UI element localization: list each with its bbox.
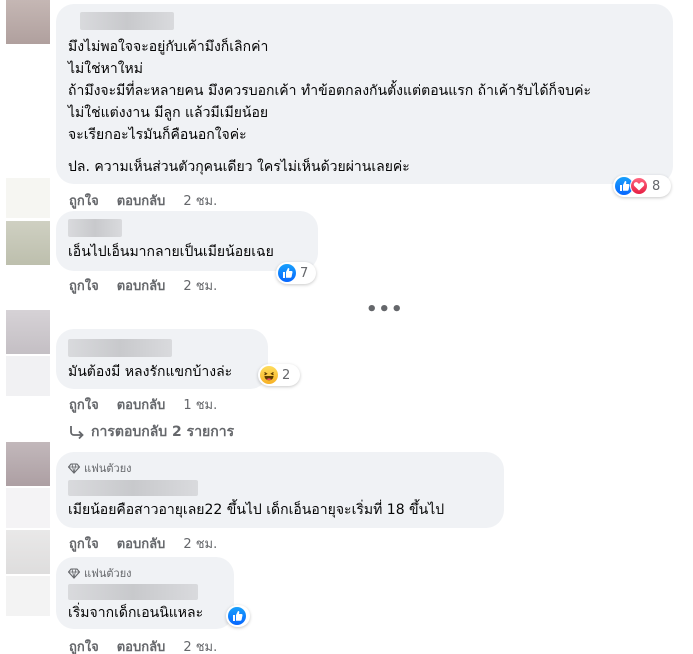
comment-line: ไม่ใช่หาใหม่ <box>68 61 143 77</box>
author-name[interactable] <box>68 219 122 237</box>
like-button[interactable]: ถูกใจ <box>69 394 99 415</box>
avatar[interactable] <box>6 530 50 574</box>
comment-text: เมียน้อยคือสาวอายุเลย22 ขึ้นไป เด็กเอ็นอ… <box>68 502 445 518</box>
author-name[interactable] <box>68 584 198 600</box>
comment-actions: ถูกใจ ตอบกลับ 2 ชม. <box>69 190 217 211</box>
timestamp[interactable]: 1 ชม. <box>183 394 217 415</box>
comment-bubble: มันต้องมี หลงรักแขกบ้างล่ะ <box>56 329 268 389</box>
avatar-placeholder <box>6 356 50 396</box>
reaction-count: 8 <box>652 178 661 194</box>
avatar[interactable] <box>6 221 50 265</box>
view-replies-label: การตอบกลับ 2 รายการ <box>91 424 235 440</box>
reaction-summary[interactable]: 2 <box>258 364 300 386</box>
like-button[interactable]: ถูกใจ <box>69 533 99 554</box>
reply-button[interactable]: ตอบกลับ <box>117 394 166 415</box>
like-button[interactable]: ถูกใจ <box>69 275 99 296</box>
comment-thread: มึงไม่พอใจจะอยู่กับเค้ามึงก็เลิกค่า ไม่ใ… <box>0 0 693 654</box>
author-name[interactable] <box>80 12 174 30</box>
top-fan-badge[interactable]: แฟนตัวยง <box>68 459 132 477</box>
comment-actions: ถูกใจ ตอบกลับ 2 ชม. <box>69 275 217 296</box>
avatar-placeholder <box>6 576 50 616</box>
comment-bubble: เอ็นไปเอ็นมากลายเป็นเมียน้อยเฉย <box>56 211 318 271</box>
comment-actions: ถูกใจ ตอบกลับ 1 ชม. <box>69 394 217 415</box>
avatar[interactable] <box>6 0 50 44</box>
comment-bubble: มึงไม่พอใจจะอยู่กับเค้ามึงก็เลิกค่า ไม่ใ… <box>56 4 673 184</box>
like-icon <box>228 607 246 625</box>
avatar-placeholder <box>6 488 50 528</box>
comment-text: มันต้องมี หลงรักแขกบ้างล่ะ <box>68 364 233 380</box>
comment-actions: ถูกใจ ตอบกลับ 2 ชม. <box>69 636 217 654</box>
reaction-summary[interactable]: 7 <box>276 262 316 284</box>
reaction-summary[interactable] <box>226 605 250 627</box>
love-icon <box>630 177 648 195</box>
avatar[interactable] <box>6 310 50 354</box>
top-fan-label: แฟนตัวยง <box>84 567 132 580</box>
diamond-icon <box>68 462 80 474</box>
reaction-count: 7 <box>300 265 309 281</box>
comment-line: ไม่ใช่แต่งงาน มีลูก แล้วมีเมียน้อย <box>68 105 269 121</box>
comment-line: มึงไม่พอใจจะอยู่กับเค้ามึงก็เลิกค่า <box>68 39 269 55</box>
view-replies-link[interactable]: การตอบกลับ 2 รายการ <box>69 421 234 443</box>
comment-line: ถ้ามึงจะมีที่ละหลายคน มึงควรบอกเค้า ทำข้… <box>68 83 592 99</box>
comment-bubble: แฟนตัวยง เมียน้อยคือสาวอายุเลย22 ขึ้นไป … <box>56 452 504 528</box>
more-horizontal-icon[interactable]: ••• <box>366 299 404 320</box>
reaction-summary[interactable]: 8 <box>613 175 671 197</box>
reaction-count: 2 <box>282 367 291 383</box>
haha-icon <box>260 366 278 384</box>
like-icon <box>278 264 296 282</box>
author-name[interactable] <box>68 339 172 357</box>
top-fan-badge[interactable]: แฟนตัวยง <box>68 564 132 582</box>
diamond-icon <box>68 567 80 579</box>
reply-button[interactable]: ตอบกลับ <box>117 636 166 654</box>
comment-bubble: แฟนตัวยง เริ่มจากเด็กเอนนิแหละ <box>56 557 234 629</box>
timestamp[interactable]: 2 ชม. <box>183 636 217 654</box>
timestamp[interactable]: 2 ชม. <box>183 533 217 554</box>
reply-button[interactable]: ตอบกลับ <box>117 275 166 296</box>
avatar-placeholder <box>6 178 50 218</box>
like-button[interactable]: ถูกใจ <box>69 190 99 211</box>
comment-text: เอ็นไปเอ็นมากลายเป็นเมียน้อยเฉย <box>68 244 274 260</box>
author-name[interactable] <box>68 480 198 496</box>
top-fan-label: แฟนตัวยง <box>84 462 132 475</box>
like-button[interactable]: ถูกใจ <box>69 636 99 654</box>
timestamp[interactable]: 2 ชม. <box>183 275 217 296</box>
comment-line: ปล. ความเห็นส่วนตัวกุคนเดียว ใครไม่เห็นด… <box>68 159 410 175</box>
avatar[interactable] <box>6 442 50 486</box>
timestamp[interactable]: 2 ชม. <box>183 190 217 211</box>
reply-button[interactable]: ตอบกลับ <box>117 533 166 554</box>
reply-arrow-icon <box>70 426 84 439</box>
reply-button[interactable]: ตอบกลับ <box>117 190 166 211</box>
comment-line: จะเรียกอะไรมันก็คือนอกใจค่ะ <box>68 127 247 143</box>
comment-text: เริ่มจากเด็กเอนนิแหละ <box>68 605 204 621</box>
comment-actions: ถูกใจ ตอบกลับ 2 ชม. <box>69 533 217 554</box>
